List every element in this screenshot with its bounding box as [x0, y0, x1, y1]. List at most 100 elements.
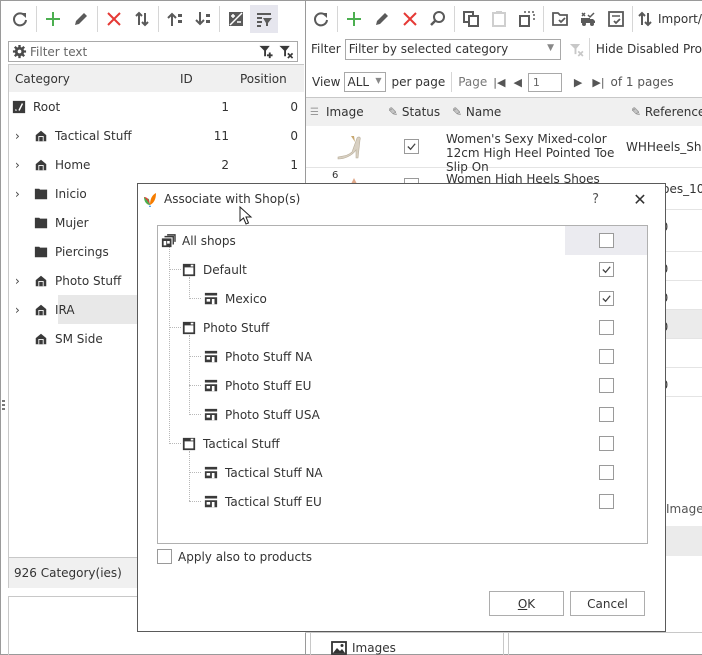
apply-to-products-checkbox[interactable]	[157, 549, 172, 564]
edit-product-button[interactable]	[368, 5, 396, 33]
column-header-id[interactable]: ID	[180, 72, 240, 86]
refresh-button[interactable]	[6, 5, 34, 33]
shop-checkbox[interactable]	[598, 349, 614, 364]
shop-checkbox[interactable]	[598, 378, 614, 393]
refresh-products-button[interactable]	[307, 5, 335, 33]
filter-clear-icon[interactable]	[278, 44, 294, 59]
help-button[interactable]: ?	[592, 192, 599, 207]
shop-icon	[204, 408, 218, 420]
copy-button[interactable]	[457, 5, 485, 33]
edit-category-button[interactable]	[67, 5, 95, 33]
shop-checkbox[interactable]	[598, 494, 614, 509]
folder-icon	[34, 217, 48, 228]
last-page-icon[interactable]: ▶|	[592, 76, 604, 89]
shop-row[interactable]: Photo Stuff USA	[158, 400, 647, 429]
hide-disabled-toggle[interactable]: Hide Disabled Pro	[596, 42, 702, 56]
assign-carrier-button[interactable]	[574, 5, 602, 33]
status-checkbox[interactable]	[404, 139, 419, 154]
images-tab[interactable]: Images	[331, 641, 396, 655]
chevron-right-icon[interactable]: ›	[15, 129, 29, 143]
chevron-right-icon[interactable]: ›	[15, 187, 29, 201]
move-down-button[interactable]	[189, 5, 217, 33]
filter-list-button[interactable]	[250, 5, 278, 33]
filter-add-icon[interactable]	[258, 44, 274, 59]
shop-name: Mexico	[225, 291, 267, 306]
chevron-right-icon[interactable]: ›	[15, 158, 29, 172]
import-export-button[interactable]	[635, 5, 655, 33]
category-filter-box[interactable]: Filter text	[8, 41, 298, 62]
search-product-button[interactable]	[424, 5, 452, 33]
images-side-tab[interactable]: Images	[666, 502, 702, 516]
move-up-button[interactable]	[161, 5, 189, 33]
shop-row[interactable]: Photo Stuff EU	[158, 371, 647, 400]
category-position: 0	[290, 128, 298, 143]
root-icon	[12, 100, 26, 113]
shop-home-icon	[35, 275, 47, 286]
shop-checkbox[interactable]	[598, 436, 614, 451]
shop-row[interactable]: Photo Stuff NA	[158, 342, 647, 371]
add-category-button[interactable]	[39, 5, 67, 33]
column-header-reference[interactable]: ✎ Reference	[631, 105, 702, 119]
chevron-right-icon[interactable]: ›	[15, 303, 29, 317]
shop-home-icon	[35, 159, 47, 170]
shop-checkbox[interactable]	[598, 465, 614, 480]
shop-checkbox[interactable]	[598, 262, 614, 277]
filter-label: Filter	[311, 42, 341, 56]
apply-to-products-option[interactable]: Apply also to products	[157, 549, 312, 564]
paste-button[interactable]	[485, 5, 513, 33]
per-page-select[interactable]: ALL ▼	[344, 72, 387, 92]
column-header-category[interactable]: Category	[15, 72, 180, 86]
product-thumbnail[interactable]	[334, 132, 364, 162]
move-category-button[interactable]	[128, 5, 156, 33]
category-row[interactable]: › Home 2 1	[9, 150, 304, 179]
shop-row[interactable]: Tactical Stuff EU	[158, 487, 647, 516]
dialog-titlebar: Associate with Shop(s)	[138, 184, 665, 214]
import-export-label[interactable]: Import/Ex	[658, 12, 702, 26]
filter-clear-icon[interactable]	[569, 42, 584, 57]
truck-check-icon	[581, 12, 595, 26]
category-filter-select[interactable]: Filter by selected category ▼	[344, 38, 562, 60]
add-product-button[interactable]	[340, 5, 368, 33]
shop-row[interactable]: Tactical Stuff NA	[158, 458, 647, 487]
select-button[interactable]	[513, 5, 541, 33]
prev-page-icon[interactable]: ◀	[513, 76, 521, 89]
pagination-row: View ALL ▼ per page Page |◀ ◀ 1 ▶ ▶| of …	[305, 71, 702, 93]
cancel-button[interactable]: Cancel	[570, 591, 645, 616]
page-number-input[interactable]: 1	[527, 72, 562, 92]
expand-collapse-button[interactable]	[222, 5, 250, 33]
shop-row[interactable]: Default	[158, 255, 647, 284]
shop-checkbox[interactable]	[598, 320, 614, 335]
chevron-right-icon[interactable]: ›	[15, 274, 29, 288]
shop-icon	[204, 350, 218, 362]
shop-row[interactable]: Tactical Stuff	[158, 429, 647, 458]
category-row[interactable]: › Tactical Stuff 11 0	[9, 121, 304, 150]
shop-checkbox[interactable]	[598, 407, 614, 422]
column-chooser-icon[interactable]: ☰	[310, 107, 319, 118]
column-header-image[interactable]: Image	[326, 105, 364, 119]
splitter-grip[interactable]	[503, 633, 509, 655]
product-row[interactable]: Women's Sexy Mixed-color 12cm High Heel …	[306, 126, 702, 174]
category-row[interactable]: Root 1 0	[9, 92, 304, 121]
column-header-name[interactable]: ✎ Name	[452, 105, 501, 119]
first-page-icon[interactable]: |◀	[493, 76, 505, 89]
close-button[interactable]: ✕	[631, 190, 649, 209]
shop-checkbox[interactable]	[598, 291, 614, 306]
column-header-status[interactable]: ✎ Status	[388, 105, 440, 119]
per-page-value: ALL	[347, 75, 370, 89]
move-up-icon	[167, 12, 182, 26]
gear-icon[interactable]	[12, 44, 27, 59]
shop-checkbox-cell	[565, 226, 647, 255]
shop-row[interactable]: Photo Stuff	[158, 313, 647, 342]
shop-checkbox[interactable]	[598, 233, 614, 248]
category-filter-input[interactable]: Filter text	[30, 45, 258, 59]
assign-features-button[interactable]	[602, 5, 630, 33]
splitter-grip-icon[interactable]	[2, 400, 5, 410]
delete-category-button[interactable]	[100, 5, 128, 33]
shop-row[interactable]: All shops	[158, 226, 647, 255]
column-header-position[interactable]: Position	[240, 72, 287, 86]
delete-product-button[interactable]	[396, 5, 424, 33]
assign-category-button[interactable]	[546, 5, 574, 33]
next-page-icon[interactable]: ▶	[574, 76, 582, 89]
ok-button[interactable]: OK	[489, 591, 564, 616]
shop-row[interactable]: Mexico	[158, 284, 647, 313]
